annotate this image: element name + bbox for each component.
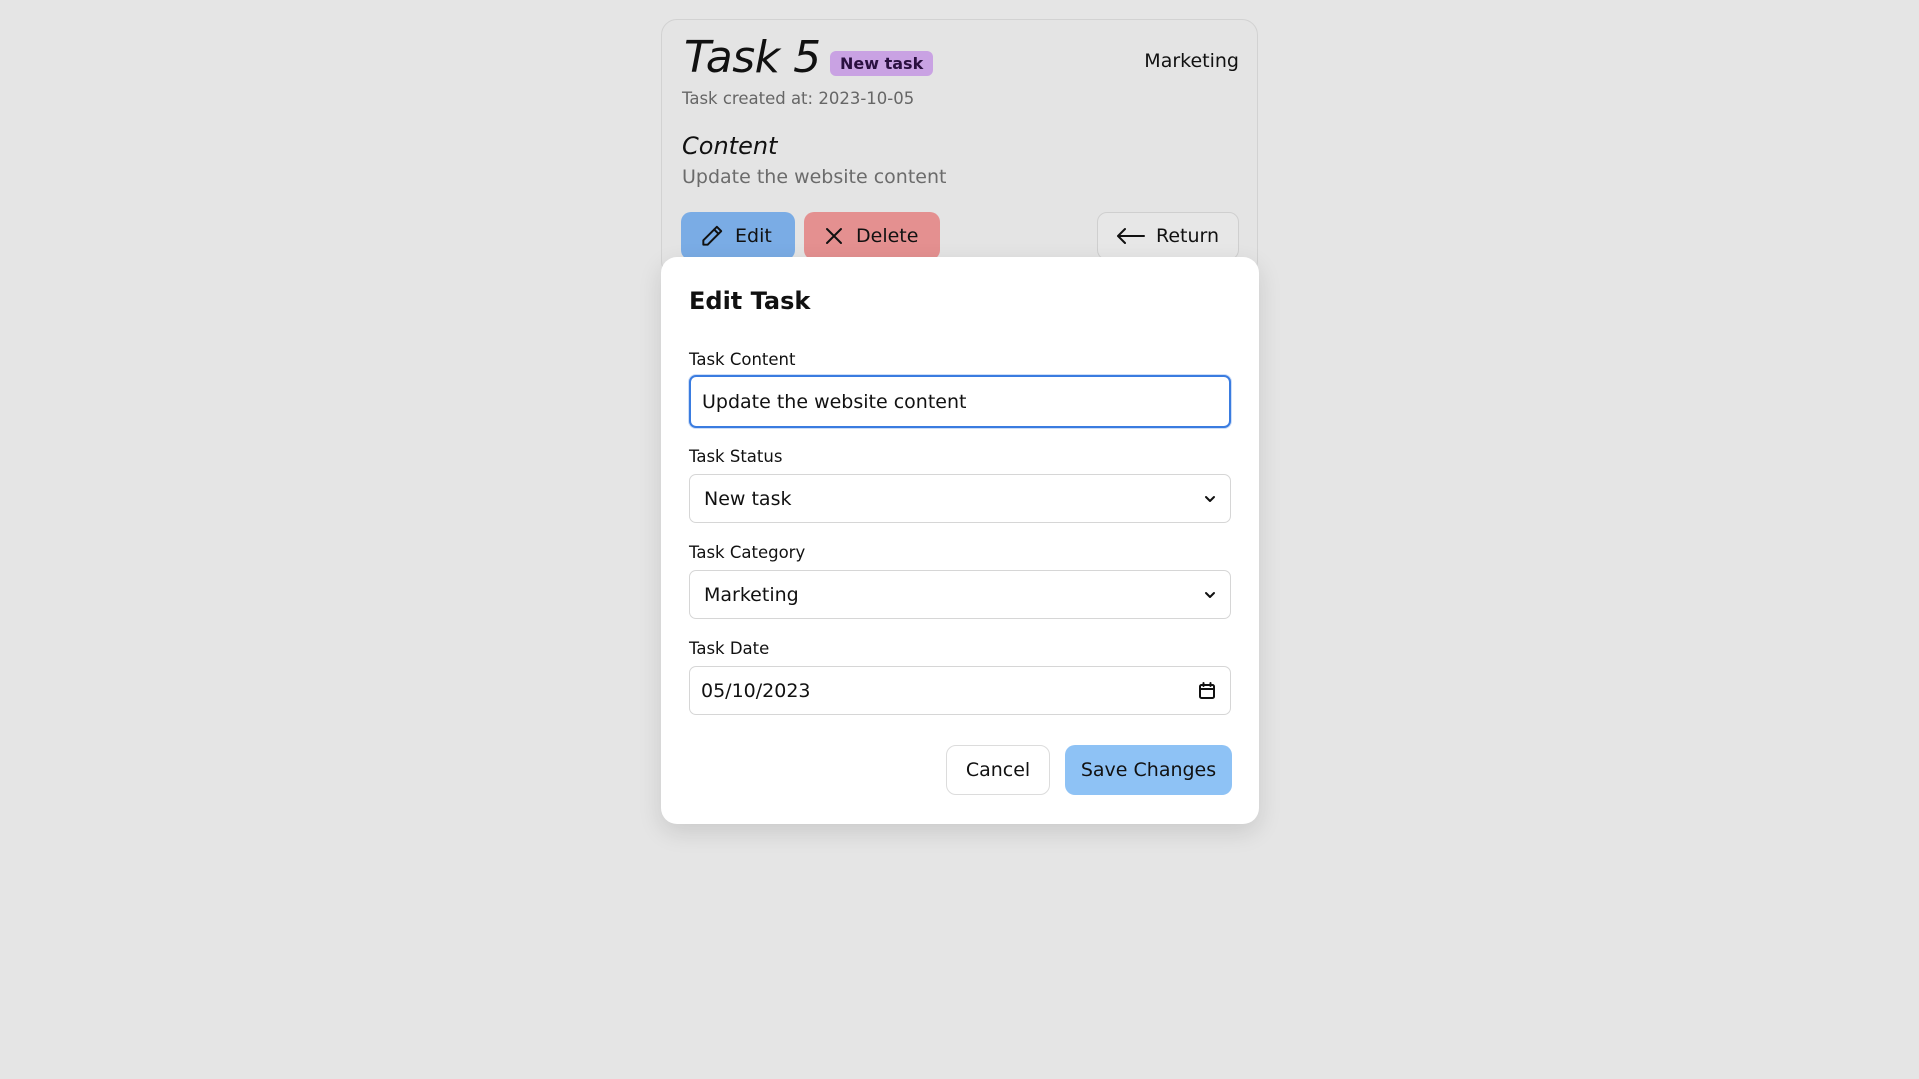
return-button-label: Return (1156, 225, 1220, 247)
task-content-input[interactable]: Update the website content (689, 375, 1231, 428)
task-title: Task 5 (684, 32, 821, 83)
chevron-down-icon (1205, 591, 1215, 598)
content-heading: Content (682, 132, 778, 160)
task-category-label: Task Category (689, 543, 806, 562)
task-status-select[interactable]: New task (689, 474, 1231, 523)
task-category-value: Marketing (704, 583, 799, 606)
pencil-icon (702, 225, 723, 246)
edit-button-label: Edit (735, 225, 772, 247)
task-category: Marketing (1144, 50, 1239, 72)
status-badge: New task (830, 51, 934, 76)
content-text: Update the website content (682, 166, 947, 188)
task-content-value: Update the website content (702, 390, 967, 413)
chevron-down-icon (1205, 495, 1215, 502)
close-icon (826, 228, 842, 244)
task-date-label: Task Date (689, 639, 770, 658)
edit-button[interactable]: Edit (681, 212, 795, 260)
task-content-label: Task Content (689, 350, 796, 369)
task-created-date: Task created at: 2023-10-05 (682, 89, 915, 108)
arrow-left-icon (1117, 228, 1145, 244)
edit-task-modal: Edit Task Task Content Update the websit… (661, 257, 1259, 824)
calendar-icon[interactable] (1198, 681, 1216, 700)
modal-title: Edit Task (689, 287, 811, 315)
cancel-button[interactable]: Cancel (946, 745, 1050, 795)
task-status-label: Task Status (689, 447, 783, 466)
task-date-input[interactable]: 05/10/2023 (689, 666, 1231, 715)
delete-button[interactable]: Delete (804, 212, 940, 260)
task-card: Task 5 New task Marketing Task created a… (661, 19, 1258, 277)
task-category-select[interactable]: Marketing (689, 570, 1231, 619)
task-status-value: New task (704, 487, 792, 510)
save-changes-button[interactable]: Save Changes (1065, 745, 1232, 795)
return-button[interactable]: Return (1097, 212, 1239, 260)
delete-button-label: Delete (856, 225, 919, 247)
task-date-value: 05/10/2023 (701, 679, 811, 702)
